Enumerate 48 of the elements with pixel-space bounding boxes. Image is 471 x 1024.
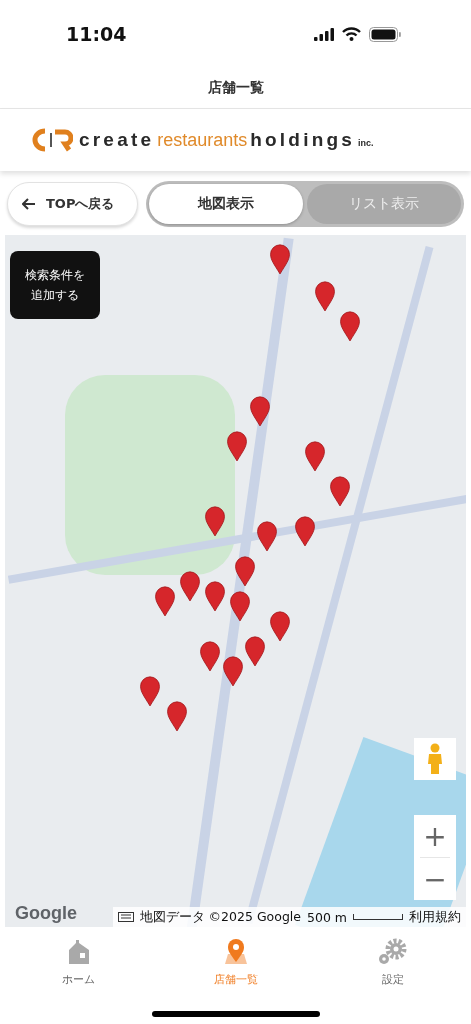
company-logo-text: restaurants [157, 130, 248, 151]
tab-label: 設定 [381, 972, 404, 987]
filter-button[interactable]: 検索条件を追加する [10, 251, 100, 319]
map-pin-icon[interactable] [204, 505, 226, 537]
gears-icon [376, 938, 409, 966]
tab-label: 店舗一覧 [213, 972, 258, 987]
map-pin-icon[interactable] [234, 555, 256, 587]
view-tab[interactable]: 地図表示 [149, 184, 303, 224]
tab-bar-item[interactable]: ホーム [28, 937, 129, 988]
map-pin-icon[interactable] [244, 635, 266, 667]
signal-icon [314, 27, 334, 41]
back-arrow-icon [22, 198, 36, 210]
map-attribution: 地図データ ©2025 Google [139, 908, 301, 926]
map-pin-icon[interactable] [339, 310, 361, 342]
map-pin-icon[interactable] [269, 243, 291, 275]
map-pin-icon[interactable] [179, 570, 201, 602]
map-pin-icon[interactable] [222, 655, 244, 687]
map-pin-icon[interactable] [226, 430, 248, 462]
page-title: 店舗一覧 [207, 79, 264, 97]
google-logo: Google [15, 903, 77, 924]
map-pin-icon[interactable] [304, 440, 326, 472]
map-pin-icon[interactable] [154, 585, 176, 617]
scale-label: 500 m [307, 909, 347, 925]
map-pin-icon[interactable] [204, 580, 226, 612]
person-icon [427, 743, 443, 775]
map-pin-icon[interactable] [229, 590, 251, 622]
map-pin-icon[interactable] [249, 395, 271, 427]
map-pin-icon[interactable] [314, 280, 336, 312]
map-pin-icon[interactable] [269, 610, 291, 642]
keyboard-icon [117, 912, 134, 922]
company-logo-text: holdings [250, 129, 355, 151]
map-pin-icon[interactable] [199, 640, 221, 672]
map-pin-icon[interactable] [139, 675, 161, 707]
company-logo-text: inc. [358, 138, 374, 148]
map-pin-icon[interactable] [294, 515, 316, 547]
map-pin-icon[interactable] [329, 475, 351, 507]
scale-bar [353, 914, 403, 920]
company-logo-text: create [79, 129, 155, 151]
wifi-icon [342, 27, 361, 41]
terms-link[interactable]: 利用規約 [409, 908, 461, 926]
battery-icon [369, 26, 401, 42]
map-pin-icon[interactable] [166, 700, 188, 732]
tab-label: ホーム [62, 972, 95, 987]
back-button[interactable]: TOPへ戻る [7, 182, 138, 226]
status-time: 11:04 [66, 23, 127, 45]
map-placeholder[interactable]: 検索条件を追加する + − Google 地図データ ©2025 Google 500 m 利用規約 [5, 235, 466, 927]
tab-bar-item[interactable]: 設定 [342, 937, 443, 988]
map-pin-icon[interactable] [256, 520, 278, 552]
